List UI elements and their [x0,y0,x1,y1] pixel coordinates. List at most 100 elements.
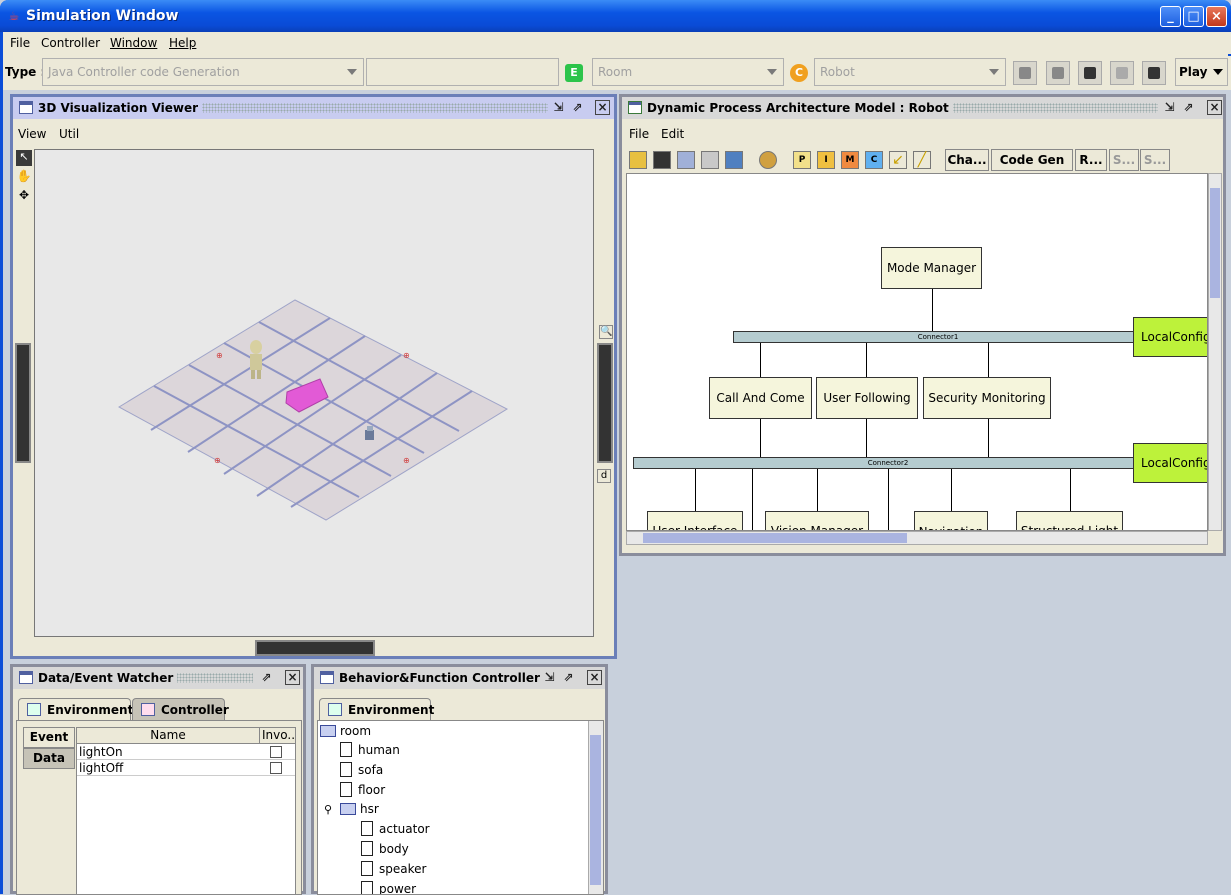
maximize-icon[interactable]: ⇗ [570,100,585,115]
close-button[interactable]: × [1206,6,1227,27]
tab-environment-label: Environment [47,703,134,717]
canvas-vertical-scrollbar[interactable] [1208,173,1222,531]
iconify-icon[interactable]: ⇲ [551,100,566,115]
play-dropdown[interactable]: Play [1175,58,1228,86]
menu-window[interactable]: Window [110,36,157,50]
call-and-come-node[interactable]: Call And Come [709,377,812,419]
save-icon[interactable] [653,151,671,169]
dpam-menu-file[interactable]: File [629,127,649,141]
step-icon-button[interactable] [1110,61,1134,85]
move-icon[interactable]: ✥ [16,188,32,204]
navigation-node[interactable]: Navigation [914,511,988,530]
close-icon[interactable]: × [1207,100,1222,115]
side-tab-data[interactable]: Data [23,748,75,769]
tab-environment[interactable]: Environment [319,698,434,720]
type-combo[interactable]: Java Controller code Generation [42,58,364,86]
iconify-icon[interactable]: ⇲ [1162,100,1177,115]
gears-icon[interactable] [759,151,777,169]
viewport-canvas[interactable]: ⊕ ⊕ ⊕ ⊕ [34,149,594,637]
bottom-rotation-slider[interactable] [255,640,375,656]
structured-light-node[interactable]: Structured Light [1016,511,1123,530]
left-rotation-slider[interactable] [15,343,31,463]
stop-icon-button[interactable] [1142,61,1166,85]
environment-combo-value: Room [598,65,633,79]
menu-help[interactable]: Help [169,36,196,50]
dpam-titlebar[interactable]: Dynamic Process Architecture Model : Rob… [622,97,1223,119]
print-icon[interactable] [701,151,719,169]
m-tool-button[interactable]: M [841,151,859,169]
chart-button[interactable]: Cha... [945,149,989,171]
window-icon [628,101,642,114]
column-invoke[interactable]: Invo... [260,728,295,744]
connector1-bus[interactable]: Connector1 [733,331,1143,343]
user-interface-node[interactable]: User Interface [647,511,743,530]
save-as-icon[interactable] [677,151,695,169]
c-tool-button[interactable]: C [865,151,883,169]
connector2-bus[interactable]: Connector2 [633,457,1143,469]
invoke-checkbox[interactable] [270,762,282,774]
s-button-1[interactable]: S... [1109,149,1139,171]
local-config-node-2[interactable]: LocalConfig [1133,443,1207,483]
books-icon[interactable] [725,151,743,169]
watcher-titlebar[interactable]: Data/Event Watcher ⇗ × [13,667,303,689]
close-icon[interactable]: × [285,670,300,685]
simulation-window: ☕ Simulation Window _ □ × File Controlle… [0,0,1231,895]
mode-manager-node[interactable]: Mode Manager [881,247,982,289]
tab-environment[interactable]: Environment [18,698,134,720]
maximize-icon[interactable]: ⇗ [1181,100,1196,115]
minimize-button[interactable]: _ [1160,6,1181,27]
maximize-button[interactable]: □ [1183,6,1204,27]
viewer-menu-util[interactable]: Util [59,127,79,141]
blank-field[interactable] [366,58,559,86]
right-zoom-slider[interactable] [597,343,613,463]
line-tool-icon[interactable]: ╱ [913,151,931,169]
close-icon[interactable]: × [595,100,610,115]
p-tool-button[interactable]: P [793,151,811,169]
zoom-side-button[interactable]: d [597,469,611,483]
dpam-menu-edit[interactable]: Edit [661,127,684,141]
maximize-icon[interactable]: ⇗ [259,670,274,685]
connect-arrow-icon[interactable]: ↙ [889,151,907,169]
tree-vertical-scrollbar[interactable] [588,721,603,894]
scroll-thumb[interactable] [643,533,907,543]
invoke-checkbox[interactable] [270,746,282,758]
object-tree: room human sofa floor ⚲ hsr actuator bod… [317,720,604,895]
open-folder-icon[interactable] [629,151,647,169]
side-tab-event[interactable]: Event [23,727,75,748]
menu-file[interactable]: File [10,36,30,50]
s-button-2[interactable]: S... [1140,149,1170,171]
controller-combo[interactable]: Robot [814,58,1006,86]
local-config-node-1[interactable]: LocalConfig [1133,317,1207,357]
scroll-thumb[interactable] [590,735,601,885]
expand-handle-icon[interactable]: ⚲ [324,803,332,816]
zoom-search-icon[interactable]: 🔍 [599,325,613,339]
list-icon-button[interactable] [1046,61,1070,85]
environment-combo[interactable]: Room [592,58,784,86]
table-row[interactable]: lightOn [77,744,295,760]
select-arrow-icon[interactable]: ↖ [16,150,32,166]
behavior-titlebar[interactable]: Behavior&Function Controller ⇲ ⇗ × [314,667,605,689]
r-button[interactable]: R... [1075,149,1107,171]
column-name[interactable]: Name [77,728,260,744]
table-row[interactable]: lightOff [77,760,295,776]
link-line [866,343,867,378]
viewer-menu-view[interactable]: View [18,127,46,141]
code-gen-button[interactable]: Code Gen ... [991,149,1073,187]
architecture-canvas[interactable]: Mode Manager Connector1 LocalConfig Call… [626,173,1208,531]
run-icon-button[interactable] [1078,61,1102,85]
user-following-node[interactable]: User Following [816,377,918,419]
maximize-icon[interactable]: ⇗ [561,670,576,685]
viewer-titlebar[interactable]: 3D Visualization Viewer ⇲ ⇗ × [13,97,614,119]
iconify-icon[interactable]: ⇲ [542,670,557,685]
canvas-horizontal-scrollbar[interactable] [626,531,1208,545]
tab-controller[interactable]: Controller [132,698,229,720]
vision-manager-node[interactable]: Vision Manager [765,511,869,530]
i-tool-button[interactable]: I [817,151,835,169]
hand-pan-icon[interactable]: ✋ [16,169,32,185]
menu-controller[interactable]: Controller [41,36,100,50]
close-icon[interactable]: × [587,670,602,685]
scroll-thumb[interactable] [1210,188,1220,298]
security-monitoring-node[interactable]: Security Monitoring [923,377,1051,419]
file-icon [361,881,373,894]
doc-icon-button[interactable] [1013,61,1037,85]
